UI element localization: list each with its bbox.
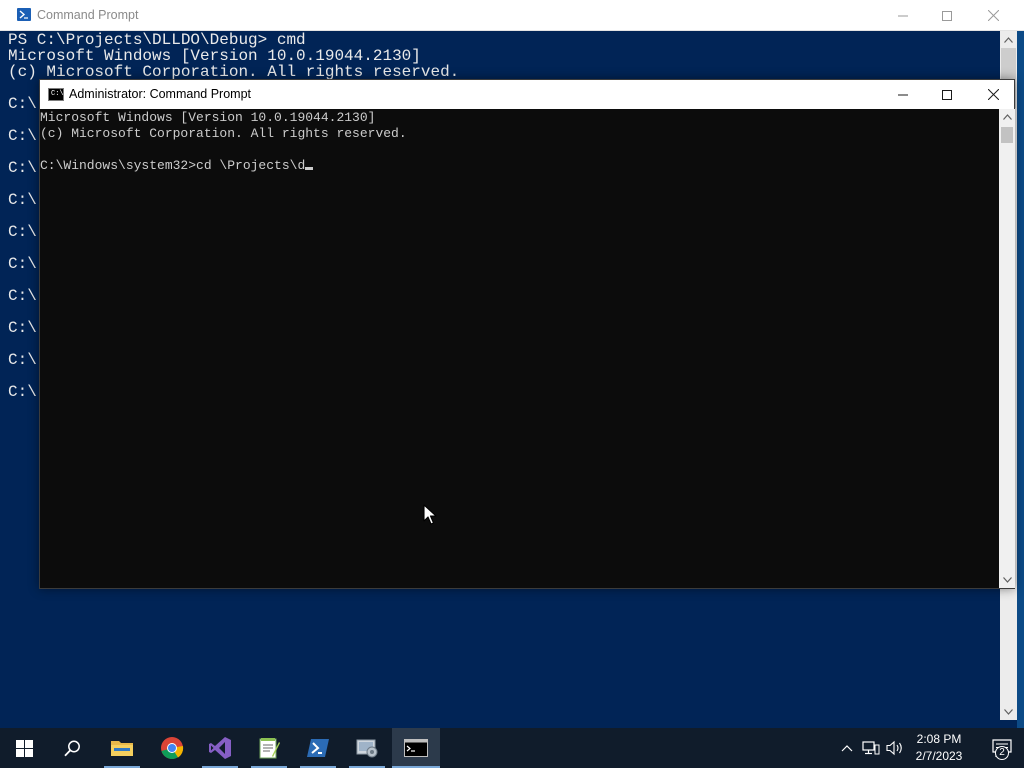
front-console-line: Microsoft Windows [Version 10.0.19044.21… (40, 110, 376, 125)
window-edge (1017, 31, 1024, 728)
taskbar-clock[interactable]: 2:08 PM 2/7/2023 (908, 731, 970, 767)
visual-studio-icon (209, 737, 231, 759)
taskbar-command-prompt[interactable] (392, 728, 440, 768)
network-icon (862, 741, 880, 755)
front-vertical-scrollbar[interactable] (999, 109, 1015, 588)
search-icon (63, 740, 80, 756)
taskbar-powershell[interactable] (294, 728, 342, 768)
taskbar-chrome[interactable] (148, 728, 196, 768)
back-console-prompt: C:\ (8, 127, 37, 145)
windows-logo-icon (15, 739, 33, 757)
powershell-icon (17, 8, 31, 21)
notification-count-badge: 2 (995, 746, 1009, 760)
back-minimize-button[interactable] (880, 0, 926, 31)
cmd-icon-glyph: C:\ (51, 90, 64, 98)
chrome-icon (161, 737, 184, 759)
powershell-icon (307, 739, 329, 757)
back-console-line: Microsoft Windows [Version 10.0.19044.21… (8, 47, 421, 65)
text-cursor (305, 167, 314, 170)
speaker-icon (886, 740, 902, 756)
gear-app-icon (356, 739, 378, 758)
back-console-prompt: C:\ (8, 159, 37, 177)
command-input-text[interactable]: C:\Windows\system32>cd \Projects\d (40, 158, 305, 173)
taskbar-notepad-plus-plus[interactable] (245, 728, 293, 768)
show-hidden-icons-button[interactable] (838, 728, 856, 768)
taskbar-system-app[interactable] (343, 728, 391, 768)
front-minimize-button[interactable] (880, 80, 926, 109)
search-button[interactable] (48, 728, 96, 768)
admin-command-prompt-window[interactable]: C:\ Administrator: Command Prompt Micros… (39, 79, 1015, 589)
back-console-prompt: C:\ (8, 255, 37, 273)
command-input-line[interactable]: C:\Windows\system32>cd \Projects\d (40, 158, 314, 174)
volume-tray-button[interactable] (884, 728, 906, 768)
back-console-prompt: C:\ (8, 223, 37, 241)
back-console-prompt: C:\ (8, 95, 37, 113)
front-maximize-button[interactable] (924, 80, 970, 109)
clock-time: 2:08 PM (916, 732, 962, 746)
front-close-button[interactable] (970, 80, 1016, 109)
back-console-line: PS C:\Projects\DLLDO\Debug> cmd (8, 31, 306, 49)
taskbar: 2:08 PM 2/7/2023 2 (0, 728, 1024, 768)
taskbar-visual-studio[interactable] (196, 728, 244, 768)
back-maximize-button[interactable] (924, 0, 970, 31)
scroll-down-arrow-icon[interactable] (999, 572, 1015, 588)
back-console-prompt: C:\ (8, 351, 37, 369)
front-scroll-thumb[interactable] (1001, 127, 1013, 143)
back-window-title: Command Prompt (37, 8, 139, 22)
back-console-prompt: C:\ (8, 191, 37, 209)
folder-icon (111, 741, 133, 756)
network-tray-button[interactable] (860, 728, 882, 768)
back-console-prompt: C:\ (8, 319, 37, 337)
command-prompt-icon (404, 739, 428, 757)
start-button[interactable] (0, 728, 48, 768)
scroll-down-arrow-icon[interactable] (1000, 703, 1017, 720)
back-window-titlebar[interactable]: Command Prompt (0, 0, 1024, 31)
clock-date: 2/7/2023 (915, 749, 963, 763)
command-prompt-icon: C:\ (48, 88, 64, 101)
taskbar-file-explorer[interactable] (98, 728, 146, 768)
front-window-titlebar[interactable]: C:\ Administrator: Command Prompt (40, 80, 1014, 109)
front-console-line: (c) Microsoft Corporation. All rights re… (40, 126, 407, 141)
scroll-up-arrow-icon[interactable] (1000, 31, 1017, 48)
chevron-up-icon (841, 744, 853, 751)
front-window-title: Administrator: Command Prompt (69, 87, 252, 101)
front-console-output[interactable]: Microsoft Windows [Version 10.0.19044.21… (40, 109, 999, 588)
back-console-line: (c) Microsoft Corporation. All rights re… (8, 63, 460, 81)
back-close-button[interactable] (970, 0, 1016, 31)
notepad-plus-plus-icon (259, 738, 280, 759)
back-console-prompt: C:\ (8, 287, 37, 305)
scroll-up-arrow-icon[interactable] (999, 109, 1015, 125)
back-console-prompt: C:\ (8, 383, 37, 401)
